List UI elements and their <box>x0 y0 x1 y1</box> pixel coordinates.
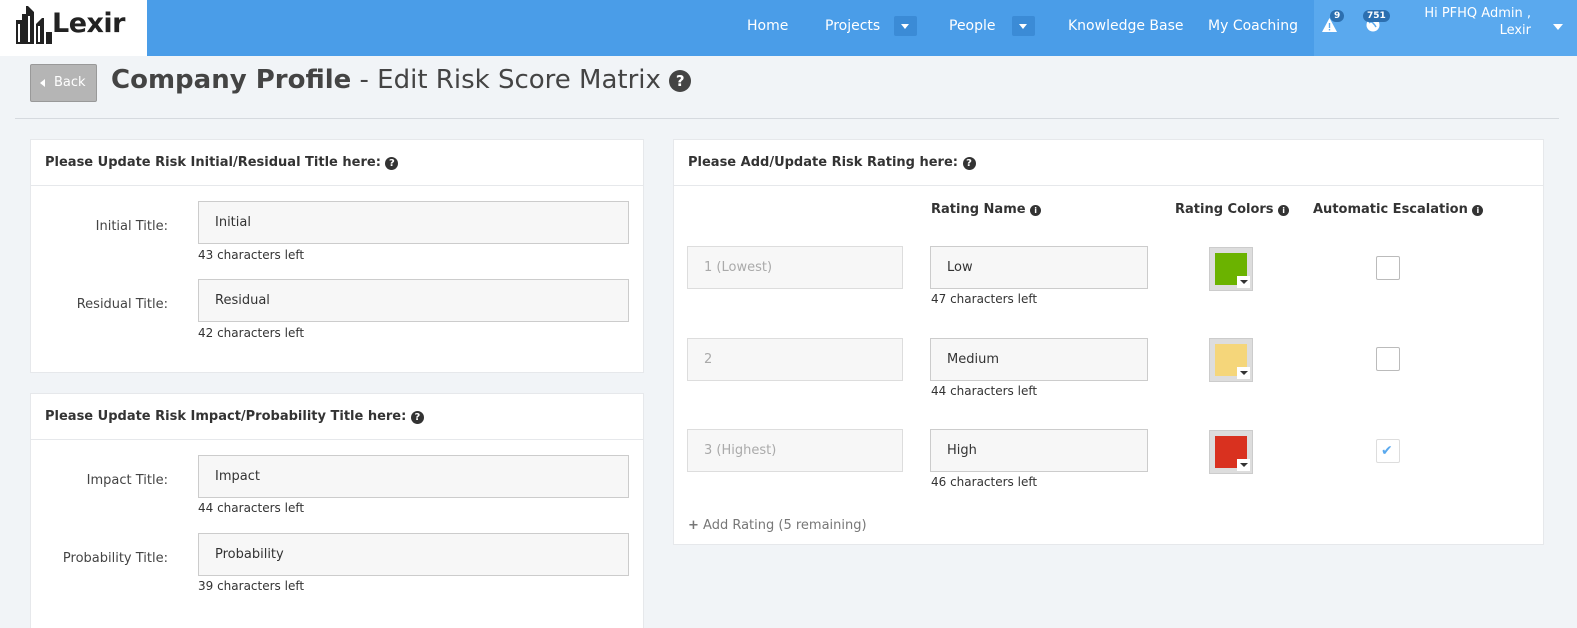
chevron-down-icon <box>1237 367 1250 379</box>
user-greeting[interactable]: Hi PFHQ Admin , Lexir <box>1424 5 1531 39</box>
back-button-label: Back <box>54 75 86 90</box>
projects-dropdown-toggle[interactable] <box>894 16 917 36</box>
probability-title-input[interactable]: Probability <box>198 533 629 576</box>
risk-rating-heading: Please Add/Update Risk Rating here: ? <box>674 140 1543 186</box>
info-circle-icon[interactable]: i <box>1472 205 1484 216</box>
notifications-count-badge: 751 <box>1363 10 1390 22</box>
caret-left-icon <box>40 79 45 87</box>
info-circle-icon[interactable]: i <box>1030 205 1042 216</box>
initial-residual-heading: Please Update Risk Initial/Residual Titl… <box>31 140 643 186</box>
impact-title-label: Impact Title: <box>86 473 168 488</box>
top-navbar: Lexir Home Projects People Knowledge Bas… <box>0 0 1577 56</box>
initial-title-input[interactable]: Initial <box>198 201 629 244</box>
rating-name-chars-left: 44 characters left <box>931 384 1038 398</box>
question-circle-icon[interactable]: ? <box>669 70 692 92</box>
question-circle-icon[interactable]: ? <box>385 157 399 170</box>
user-menu-caret-icon[interactable] <box>1553 24 1563 30</box>
plus-icon: + <box>688 518 699 533</box>
rating-level-field: 2 <box>687 338 903 381</box>
impact-title-input[interactable]: Impact <box>198 455 629 498</box>
rating-color-picker[interactable] <box>1209 430 1253 474</box>
impact-title-chars-left: 44 characters left <box>198 501 305 515</box>
question-circle-icon[interactable]: ? <box>962 157 976 170</box>
impact-probability-panel: Please Update Risk Impact/Probability Ti… <box>30 393 644 628</box>
residual-title-chars-left: 42 characters left <box>198 326 305 340</box>
page-title-main: Company Profile <box>111 65 352 95</box>
chevron-down-icon <box>1237 459 1250 471</box>
page-title: Company Profile - Edit Risk Score Matrix… <box>111 65 692 95</box>
rating-color-picker[interactable] <box>1209 247 1253 291</box>
residual-title-input[interactable]: Residual <box>198 279 629 322</box>
automatic-escalation-checkbox[interactable]: ✔ <box>1376 439 1400 463</box>
rating-colors-column-header: Rating Colors i <box>1175 202 1290 217</box>
rating-name-input[interactable]: High <box>930 429 1148 472</box>
rating-name-input[interactable]: Low <box>930 246 1148 289</box>
nav-my-coaching[interactable]: My Coaching <box>1208 0 1298 52</box>
automatic-escalation-header-text: Automatic Escalation <box>1313 202 1468 217</box>
initial-title-label: Initial Title: <box>95 219 168 234</box>
question-circle-icon[interactable]: ? <box>410 411 424 424</box>
back-button[interactable]: Back <box>30 64 97 102</box>
rating-level-field: 1 (Lowest) <box>687 246 903 289</box>
checkmark-icon: ✔ <box>1381 443 1393 459</box>
initial-title-chars-left: 43 characters left <box>198 248 305 262</box>
automatic-escalation-checkbox[interactable] <box>1376 256 1400 280</box>
automatic-escalation-checkbox[interactable] <box>1376 347 1400 371</box>
probability-title-label: Probability Title: <box>62 551 168 566</box>
rating-name-column-header: Rating Name i <box>931 202 1042 217</box>
nav-people[interactable]: People <box>949 0 996 52</box>
chevron-down-icon <box>1237 276 1250 288</box>
initial-residual-panel: Please Update Risk Initial/Residual Titl… <box>30 139 644 373</box>
alerts-count-badge: 9 <box>1330 10 1345 22</box>
rating-name-chars-left: 46 characters left <box>931 475 1038 489</box>
lexir-logo[interactable]: Lexir <box>0 0 147 56</box>
risk-rating-heading-text: Please Add/Update Risk Rating here: <box>688 155 963 170</box>
people-dropdown-toggle[interactable] <box>1012 16 1035 36</box>
residual-title-label: Residual Title: <box>76 297 168 312</box>
user-greeting-name: Hi PFHQ Admin , <box>1424 6 1531 21</box>
rating-name-header-text: Rating Name <box>931 202 1026 217</box>
user-greeting-company: Lexir <box>1499 23 1531 38</box>
rating-name-input[interactable]: Medium <box>930 338 1148 381</box>
impact-probability-heading: Please Update Risk Impact/Probability Ti… <box>31 394 643 440</box>
page-title-sub: - Edit Risk Score Matrix <box>351 65 661 95</box>
logo-text: Lexir <box>52 8 126 39</box>
header-divider <box>15 118 1559 119</box>
automatic-escalation-column-header: Automatic Escalation i <box>1313 202 1484 217</box>
probability-title-chars-left: 39 characters left <box>198 579 305 593</box>
impact-probability-heading-text: Please Update Risk Impact/Probability Ti… <box>45 409 411 424</box>
info-circle-icon[interactable]: i <box>1278 205 1290 216</box>
nav-knowledge-base[interactable]: Knowledge Base <box>1068 0 1184 52</box>
nav-projects[interactable]: Projects <box>825 0 880 52</box>
add-rating-label: Add Rating (5 remaining) <box>703 518 867 533</box>
rating-colors-header-text: Rating Colors <box>1175 202 1274 217</box>
nav-home[interactable]: Home <box>747 0 788 52</box>
initial-residual-heading-text: Please Update Risk Initial/Residual Titl… <box>45 155 386 170</box>
rating-level-field: 3 (Highest) <box>687 429 903 472</box>
rating-name-chars-left: 47 characters left <box>931 292 1038 306</box>
rating-color-picker[interactable] <box>1209 338 1253 382</box>
add-rating-button[interactable]: + Add Rating (5 remaining) <box>688 518 867 533</box>
building-logo-icon <box>16 6 52 44</box>
